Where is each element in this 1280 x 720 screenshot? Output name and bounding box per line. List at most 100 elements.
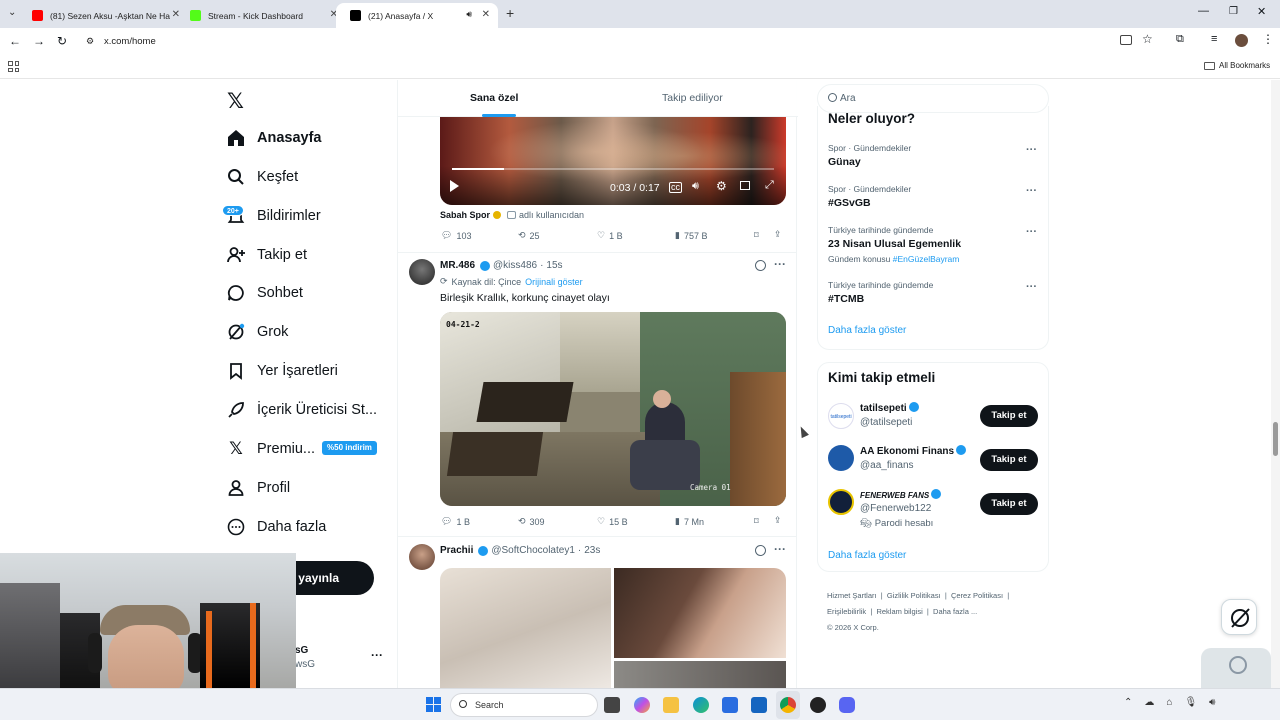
- post-image[interactable]: 04-21-2 Camera 01: [440, 312, 786, 506]
- video-progress-bar[interactable]: [452, 168, 774, 170]
- captions-icon[interactable]: cc: [669, 182, 682, 193]
- forward-icon[interactable]: →: [33, 34, 45, 48]
- trend-topic-hashtag[interactable]: #EnGüzelBayram: [893, 254, 960, 264]
- x-logo-icon[interactable]: 𝕏: [227, 89, 244, 113]
- trend-item[interactable]: Spor · Gündemdekiler Günay ···: [818, 141, 1048, 177]
- taskbar-search[interactable]: Search: [450, 693, 598, 717]
- trend-more-icon[interactable]: ···: [1026, 185, 1037, 197]
- outlook-icon[interactable]: [751, 697, 767, 713]
- chrome-icon[interactable]: [780, 697, 796, 713]
- like-button[interactable]: ♡ 15 B: [597, 516, 628, 527]
- cloud-icon[interactable]: ☁: [1144, 697, 1154, 708]
- install-app-icon[interactable]: [1120, 35, 1132, 45]
- show-original-link[interactable]: Orijinali göster: [525, 277, 583, 287]
- volume-icon[interactable]: 🔊︎: [1209, 697, 1215, 708]
- post-author-handle[interactable]: @SoftChocolatey1: [491, 545, 575, 556]
- trend-item[interactable]: Türkiye tarihinde gündemde #TCMB ···: [818, 278, 1048, 314]
- repost-button[interactable]: ⟲ 25: [518, 230, 540, 241]
- sidebar-item-follow[interactable]: Takip et: [226, 240, 307, 270]
- post-author-name[interactable]: MR.486: [440, 260, 475, 271]
- scrollbar-thumb[interactable]: [1273, 422, 1278, 456]
- post-more-icon[interactable]: ···: [774, 542, 786, 556]
- post-time[interactable]: 23s: [584, 545, 600, 556]
- post-more-icon[interactable]: ···: [774, 257, 786, 271]
- post-author-handle[interactable]: @kiss486: [493, 260, 537, 271]
- reload-icon[interactable]: ↻: [57, 34, 67, 48]
- browser-tab-kick[interactable]: Stream - Kick Dashboard ✕: [176, 3, 346, 28]
- close-tab-icon[interactable]: ✕: [482, 9, 490, 20]
- follow-button[interactable]: Takip et: [980, 493, 1038, 515]
- footer-link[interactable]: Daha fazla ...: [933, 607, 977, 616]
- trend-more-icon[interactable]: ···: [1026, 144, 1037, 156]
- page-scrollbar[interactable]: [1271, 80, 1280, 688]
- task-view-icon[interactable]: [604, 697, 620, 713]
- views-button[interactable]: ▮ 7 Mn: [675, 516, 704, 527]
- copilot-icon[interactable]: [634, 697, 650, 713]
- star-bookmark-icon[interactable]: ☆: [1142, 32, 1153, 46]
- views-button[interactable]: ▮ 757 B: [675, 230, 707, 241]
- speaker-icon[interactable]: 🔊︎: [466, 9, 472, 20]
- account-more-icon[interactable]: ···: [371, 648, 383, 662]
- avatar[interactable]: [828, 445, 854, 471]
- sidebar-item-premium[interactable]: 𝕏 Premiu...: [226, 434, 315, 464]
- source-account-name[interactable]: Sabah Spor: [440, 210, 490, 220]
- grok-explain-icon[interactable]: [755, 260, 766, 271]
- footer-link[interactable]: Hizmet Şartları: [827, 591, 877, 600]
- bookmark-button[interactable]: ⌑: [754, 230, 759, 241]
- sidebar-item-more[interactable]: Daha fazla: [226, 512, 326, 542]
- back-icon[interactable]: ←: [9, 34, 21, 48]
- restore-window-icon[interactable]: ❐: [1229, 6, 1238, 17]
- follow-suggestion[interactable]: tatilsepeti tatilsepeti @tatilsepeti Tak…: [818, 399, 1048, 435]
- microphone-icon[interactable]: 🎙︎: [1184, 697, 1197, 708]
- discord-icon[interactable]: [839, 697, 855, 713]
- bookmark-button[interactable]: ⌑: [754, 516, 759, 527]
- fullscreen-icon[interactable]: ⤢: [765, 179, 774, 192]
- picture-in-picture-icon[interactable]: [740, 181, 750, 190]
- network-icon[interactable]: ⌂: [1166, 697, 1172, 708]
- new-tab-button[interactable]: +: [506, 5, 514, 21]
- volume-icon[interactable]: 🔊︎: [692, 180, 699, 193]
- messages-floating-button[interactable]: [1201, 648, 1271, 688]
- avatar[interactable]: [409, 259, 435, 285]
- avatar[interactable]: [409, 544, 435, 570]
- trend-more-icon[interactable]: ···: [1026, 281, 1037, 293]
- follow-suggestion[interactable]: FENERWEB FANS @Fenerweb122 🎭︎ Parodi hes…: [818, 487, 1048, 533]
- sidebar-item-grok[interactable]: Grok: [226, 317, 288, 347]
- like-button[interactable]: ♡ 1 B: [597, 230, 623, 241]
- browser-tab-youtube[interactable]: (81) Sezen Aksu -Aşktan Ne Ha ✕: [18, 3, 188, 28]
- grok-floating-button[interactable]: [1221, 599, 1257, 635]
- tab-following[interactable]: Takip ediliyor: [662, 92, 723, 104]
- follow-button[interactable]: Takip et: [980, 405, 1038, 427]
- post-image[interactable]: [614, 568, 786, 658]
- post[interactable]: MR.486 @kiss486 · 15s ··· ⟳ Kaynak dil: …: [398, 253, 796, 536]
- video-player[interactable]: 0:03 / 0:17 cc 🔊︎ ⚙ ⤢: [440, 116, 786, 205]
- footer-link[interactable]: Erişilebilirlik: [827, 607, 866, 616]
- tray-chevron-icon[interactable]: ⌃: [1124, 697, 1132, 708]
- footer-link[interactable]: Çerez Politikası: [951, 591, 1003, 600]
- share-button[interactable]: ⇪: [774, 229, 782, 240]
- sidebar-item-chat[interactable]: Sohbet: [226, 278, 303, 308]
- trend-more-icon[interactable]: ···: [1026, 226, 1037, 238]
- sidebar-item-profile[interactable]: Profil: [226, 473, 290, 503]
- store-icon[interactable]: [722, 697, 738, 713]
- follow-suggestion[interactable]: AA Ekonomi Finans @aa_finans Takip et: [818, 443, 1048, 479]
- media-control-icon[interactable]: ≡: [1211, 33, 1217, 45]
- reply-button[interactable]: 💬︎ 1 B: [441, 516, 470, 527]
- avatar[interactable]: [828, 489, 854, 515]
- post-image[interactable]: [614, 661, 786, 688]
- url-field[interactable]: ⚙ x.com/home: [80, 30, 1162, 53]
- minimize-window-icon[interactable]: —: [1198, 5, 1209, 17]
- post-author-name[interactable]: Prachii: [440, 545, 473, 556]
- footer-link[interactable]: Reklam bilgisi: [876, 607, 922, 616]
- browser-menu-icon[interactable]: ⋮: [1262, 32, 1274, 46]
- windows-start-icon[interactable]: [426, 697, 441, 712]
- trend-item[interactable]: Spor · Gündemdekiler #GSvGB ···: [818, 182, 1048, 218]
- play-icon[interactable]: [450, 180, 459, 192]
- sidebar-item-home[interactable]: Anasayfa: [226, 123, 321, 153]
- edge-icon[interactable]: [693, 697, 709, 713]
- footer-link[interactable]: Gizlilik Politikası: [887, 591, 941, 600]
- post-image[interactable]: [440, 568, 611, 688]
- tab-for-you[interactable]: Sana özel: [470, 92, 518, 104]
- sidebar-item-bookmarks[interactable]: Yer İşaretleri: [226, 356, 338, 386]
- obs-icon[interactable]: [810, 697, 826, 713]
